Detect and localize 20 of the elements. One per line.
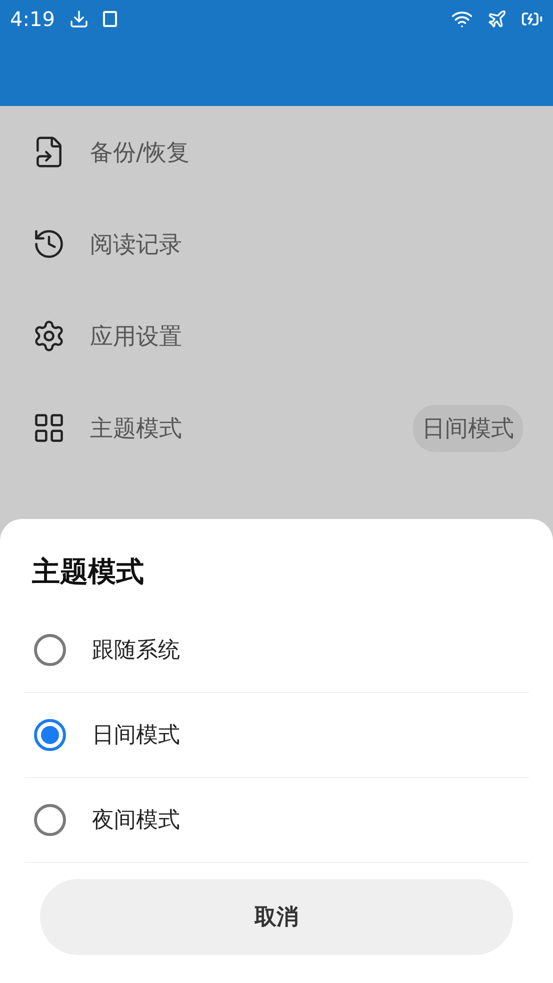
menu-item[interactable]: 备份/恢复 (0, 106, 553, 198)
download-icon (68, 9, 89, 29)
theme-option[interactable]: 夜间模式 (24, 778, 529, 863)
radio-button[interactable] (34, 804, 66, 836)
radio-button[interactable] (34, 719, 66, 751)
sheet-title: 主题模式 (32, 554, 145, 590)
menu-item[interactable]: 主题模式 日间模式 (0, 382, 553, 474)
history-icon (32, 227, 66, 261)
radio-button[interactable] (34, 634, 66, 666)
theme-option[interactable]: 日间模式 (24, 693, 529, 778)
status-time: 4:19 (10, 7, 55, 31)
menu-item[interactable]: 应用设置 (0, 290, 553, 382)
cancel-button[interactable]: 取消 (40, 879, 513, 955)
airplane-icon (487, 9, 507, 29)
theme-option[interactable]: 跟随系统 (24, 608, 529, 693)
menu-item[interactable]: 阅读记录 (0, 198, 553, 290)
grid-icon (32, 411, 66, 445)
theme-chip: 日间模式 (413, 404, 523, 452)
settings-icon (32, 319, 66, 353)
app-notification-icon (102, 11, 117, 27)
